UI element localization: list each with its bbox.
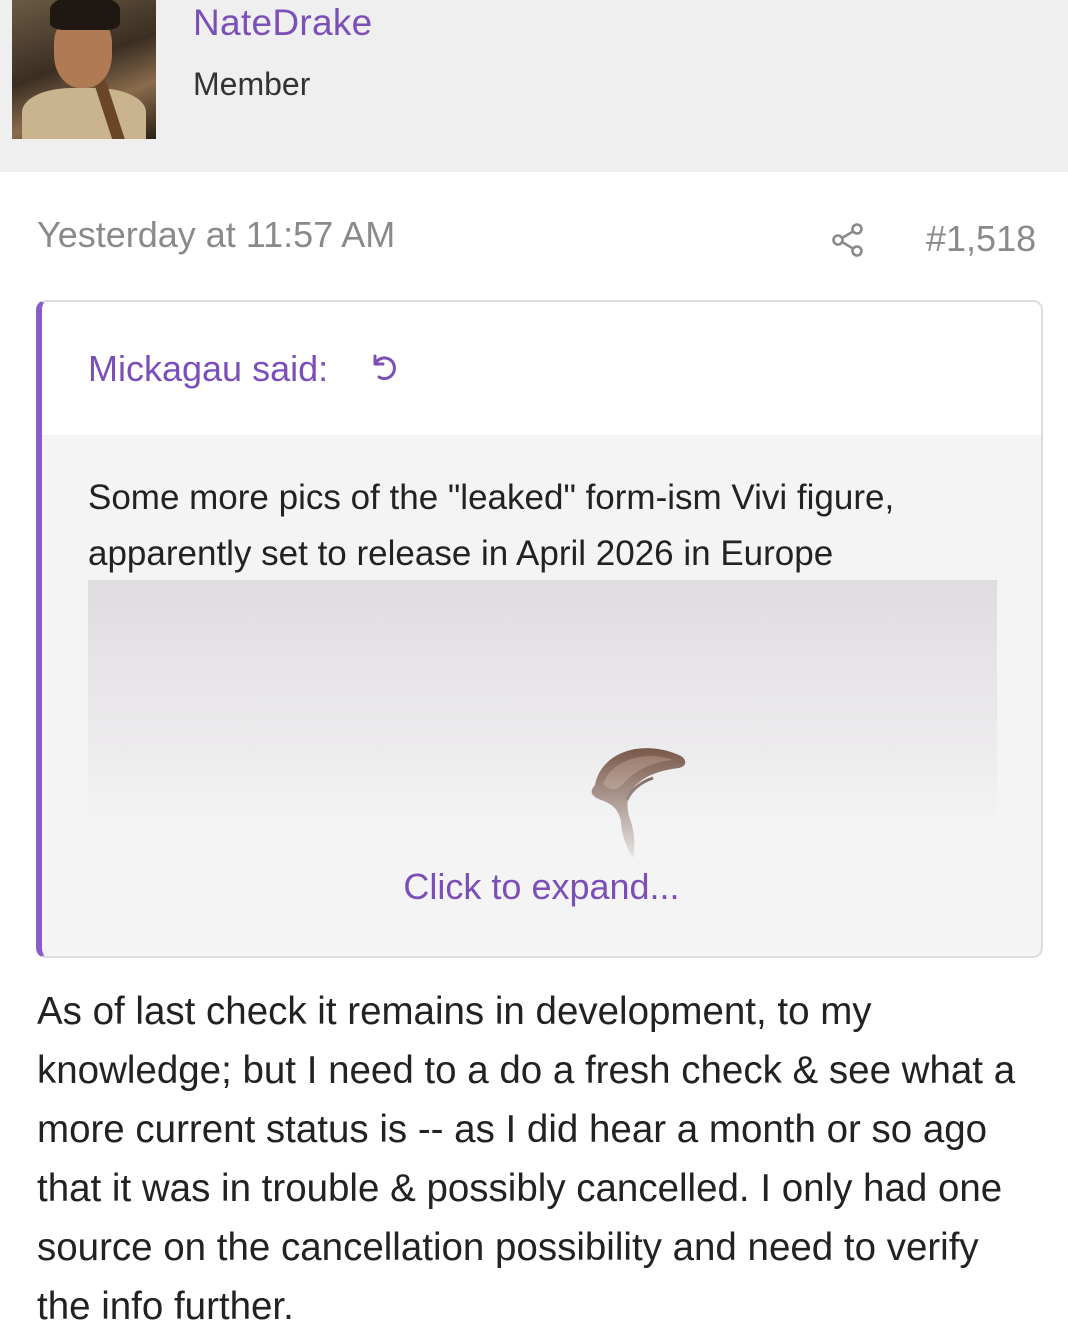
share-icon[interactable] bbox=[830, 222, 866, 258]
quote-header: Mickagau said: bbox=[42, 302, 1041, 435]
avatar[interactable] bbox=[12, 0, 156, 139]
quote-block: Mickagau said: Some more pics of the "le… bbox=[36, 300, 1043, 958]
quote-image[interactable] bbox=[88, 580, 997, 870]
user-header: NateDrake Member bbox=[0, 0, 1068, 172]
quote-text: Some more pics of the "leaked" form-ism … bbox=[88, 478, 895, 573]
post-body-text: As of last check it remains in developme… bbox=[37, 990, 1016, 1328]
post-number-link[interactable]: #1,518 bbox=[926, 218, 1036, 260]
avatar-shirt bbox=[22, 88, 146, 139]
quote-author-link[interactable]: Mickagau said: bbox=[88, 348, 328, 390]
post-date[interactable]: Yesterday at 11:57 AM bbox=[37, 214, 395, 256]
click-to-expand-link[interactable]: Click to expand... bbox=[42, 866, 1041, 908]
avatar-hair bbox=[50, 0, 120, 30]
user-title: Member bbox=[193, 66, 311, 102]
post-card: Yesterday at 11:57 AM #1,518 Mickagau sa… bbox=[0, 172, 1068, 1340]
quote-image-fade bbox=[88, 750, 997, 870]
jump-to-quote-icon[interactable] bbox=[368, 350, 402, 384]
username-link[interactable]: NateDrake bbox=[193, 2, 373, 44]
